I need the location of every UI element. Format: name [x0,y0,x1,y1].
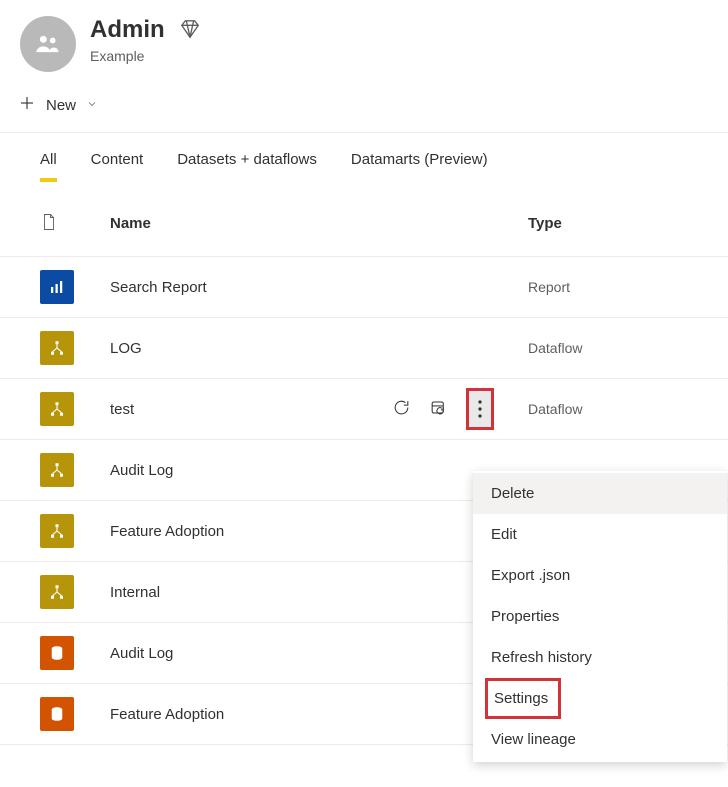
more-options-button[interactable] [466,388,494,430]
column-type-header[interactable]: Type [528,215,728,232]
menu-item-refresh-history[interactable]: Refresh history [473,637,727,678]
tab-datamarts[interactable]: Datamarts (Preview) [351,151,488,182]
table-header: Name Type [0,183,728,257]
row-actions [392,388,494,430]
workspace-avatar [20,16,76,72]
row-type: Dataflow [528,401,728,417]
row-name: Search Report [110,279,528,296]
menu-item-view-lineage[interactable]: View lineage [473,719,727,760]
menu-item-edit[interactable]: Edit [473,514,727,555]
dataflow-icon [40,392,74,426]
table-row[interactable]: test Dataflow [0,379,728,440]
tab-datasets-dataflows[interactable]: Datasets + dataflows [177,151,317,182]
tab-all[interactable]: All [40,151,57,182]
more-options-menu: Delete Edit Export .json Properties Refr… [473,471,727,762]
dataflow-icon [40,575,74,609]
menu-item-settings[interactable]: Settings [473,678,727,719]
row-name: Feature Adoption [110,523,528,540]
settings-label: Settings [485,678,561,719]
row-name: LOG [110,340,528,357]
new-button[interactable]: New [18,94,98,116]
new-button-label: New [46,97,76,114]
table-row[interactable]: LOG Dataflow [0,318,728,379]
workspace-subtitle: Example [90,48,201,64]
menu-item-properties[interactable]: Properties [473,596,727,637]
row-name: Audit Log [110,462,528,479]
menu-item-export-json[interactable]: Export .json [473,555,727,596]
table-row[interactable]: Search Report Report [0,257,728,318]
dataflow-icon [40,453,74,487]
row-name: Audit Log [110,645,528,662]
dataset-icon [40,636,74,670]
chevron-down-icon [86,97,98,114]
report-icon [40,270,74,304]
dataflow-icon [40,331,74,365]
dataset-icon [40,697,74,731]
row-name: Feature Adoption [110,706,528,723]
menu-item-delete[interactable]: Delete [473,473,727,514]
workspace-tabs: All Content Datasets + dataflows Datamar… [0,133,728,183]
row-type: Report [528,279,728,295]
workspace-header: Admin Example [0,0,728,84]
dataflow-icon [40,514,74,548]
premium-diamond-icon [179,18,201,43]
document-icon [40,211,110,236]
workspace-title: Admin [90,16,165,44]
workspace-toolbar: New [0,84,728,132]
row-name: Internal [110,584,528,601]
refresh-icon[interactable] [392,398,411,420]
column-name-header[interactable]: Name [110,215,528,232]
schedule-refresh-icon[interactable] [429,398,448,420]
row-type: Dataflow [528,340,728,356]
plus-icon [18,94,36,116]
people-icon [34,30,62,58]
tab-content[interactable]: Content [91,151,144,182]
